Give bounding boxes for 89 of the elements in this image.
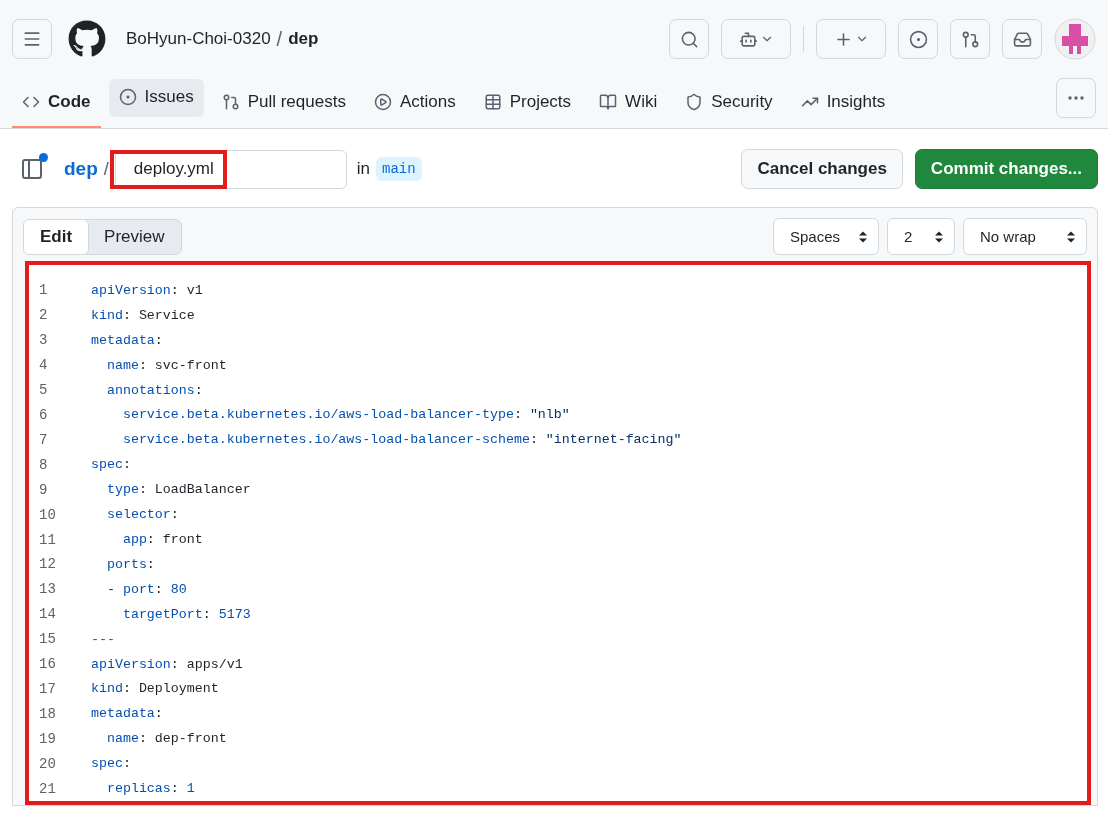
branch-label: main: [376, 157, 422, 181]
select-field[interactable]: No wrap: [963, 218, 1087, 255]
avatar-icon[interactable]: [1054, 18, 1096, 60]
mode-tab[interactable]: Preview: [87, 218, 182, 255]
repo-tab[interactable]: Projects: [473, 78, 582, 128]
code-line: name: dep-front: [105, 731, 227, 747]
code-line: annotations:: [105, 382, 203, 398]
line-number: 20: [38, 755, 57, 772]
code-line: spec:: [91, 457, 131, 473]
repo-tab[interactable]: Code: [12, 78, 101, 128]
repo-link[interactable]: dep: [288, 29, 319, 49]
repo-tab[interactable]: Pull requests: [211, 78, 356, 128]
code-line: app: front: [121, 532, 203, 547]
line-number: 8: [38, 456, 49, 473]
line-number: 14: [38, 606, 57, 623]
line-number: 10: [38, 506, 57, 523]
search-icon: [679, 29, 699, 49]
line-number: 13: [38, 581, 57, 598]
line-number: 21: [38, 780, 57, 797]
line-number: 4: [38, 357, 49, 374]
line-number: 17: [38, 680, 57, 697]
line-number: 3: [38, 332, 49, 349]
line-number: 5: [38, 382, 49, 399]
menu-icon: [22, 29, 42, 49]
line-number: 19: [38, 730, 57, 747]
breadcrumb-separator: /: [276, 27, 283, 51]
code-line: service.beta.kubernetes.io/aws-load-balancer-scheme: "internet-facing": [121, 432, 682, 448]
more-icon: [1068, 96, 1084, 100]
repo-tab[interactable]: Insights: [790, 78, 896, 128]
code-line: replicas: 1: [105, 781, 195, 797]
table-icon: [483, 93, 502, 111]
repo-tab[interactable]: Wiki: [589, 78, 668, 128]
code-line: spec:: [91, 756, 131, 772]
issue-icon: [118, 88, 137, 106]
cancel-button[interactable]: Cancel changes: [741, 149, 903, 189]
shield-icon: [685, 93, 704, 111]
path-separator: /: [103, 158, 109, 180]
code-line: type: LoadBalancer: [105, 482, 251, 498]
in-label: in: [356, 159, 371, 179]
code-line: selector:: [105, 507, 179, 523]
code-line: kind: Service: [91, 307, 195, 323]
code-line: service.beta.kubernetes.io/aws-load-balancer-type: "nlb": [121, 407, 570, 423]
line-number: 15: [38, 631, 57, 648]
play-icon: [373, 93, 392, 111]
line-number: 6: [38, 407, 49, 423]
select-field[interactable]: 2: [887, 218, 955, 255]
repo-tab[interactable]: Actions: [363, 78, 466, 128]
line-number: 16: [38, 656, 57, 673]
repo-tab[interactable]: Issues: [108, 79, 204, 117]
owner-link[interactable]: BoHyun-Choi-0320: [126, 29, 271, 49]
line-number: 7: [38, 431, 49, 448]
select-field[interactable]: Spaces: [773, 218, 879, 255]
repo-tab[interactable]: Security: [675, 78, 783, 128]
code-line: targetPort: 5173: [121, 606, 251, 622]
pull-request-icon: [960, 29, 980, 49]
code-line: name: svc-front: [105, 357, 227, 373]
code-line: apiVersion: apps/v1: [91, 656, 243, 672]
issue-icon: [908, 29, 928, 49]
robot-icon: [738, 29, 758, 49]
line-number: 9: [38, 481, 49, 498]
code-line: - port: 80: [105, 581, 187, 597]
issues-button[interactable]: [898, 19, 938, 59]
code-line: metadata:: [91, 706, 163, 722]
line-number: 11: [38, 531, 57, 548]
github-logo-icon[interactable]: [68, 20, 106, 58]
line-number: 1: [38, 282, 49, 299]
code-line: kind: Deployment: [91, 681, 219, 697]
repo-link[interactable]: dep: [64, 158, 98, 180]
menu-button[interactable]: [12, 19, 52, 59]
pull-requests-button[interactable]: [950, 19, 990, 59]
mode-tab[interactable]: Edit: [23, 218, 90, 255]
commit-button[interactable]: Commit changes...: [914, 149, 1098, 189]
search-button[interactable]: [669, 19, 709, 59]
pull-request-icon: [221, 93, 240, 111]
line-number: 18: [38, 705, 57, 722]
sort-arrows-icon: [1066, 229, 1076, 244]
book-icon: [599, 93, 618, 111]
sort-arrows-icon: [934, 229, 944, 244]
line-number: 2: [38, 307, 49, 324]
inbox-icon: [1012, 29, 1032, 49]
code-line: ports:: [105, 556, 155, 572]
inbox-button[interactable]: [1002, 19, 1042, 59]
line-number: 12: [38, 556, 57, 573]
copilot-button[interactable]: [721, 19, 791, 59]
code-line: metadata:: [91, 332, 163, 348]
code-line: ---: [91, 631, 115, 647]
sort-arrows-icon: [858, 229, 868, 244]
code-line: apiVersion: v1: [91, 282, 203, 298]
file-tree-toggle-icon[interactable]: [20, 157, 44, 181]
